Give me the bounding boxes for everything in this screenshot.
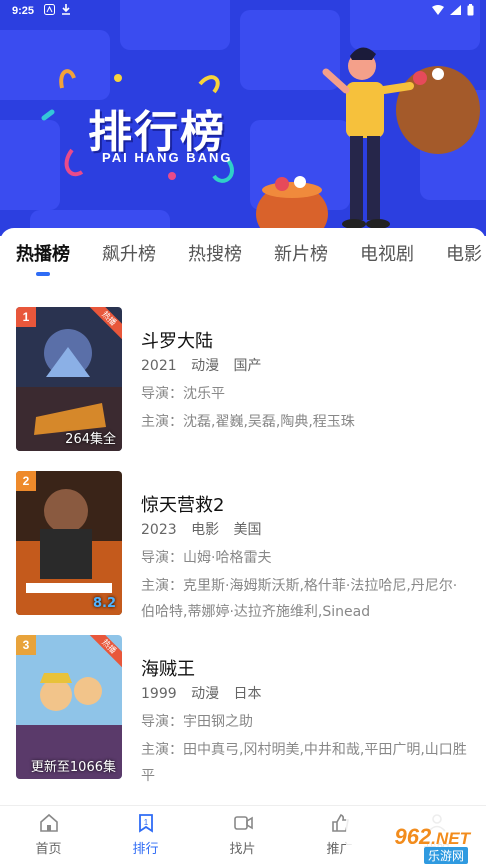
item-title[interactable]: 海贼王 <box>141 655 195 681</box>
tab-hot-play[interactable]: 热播榜 <box>16 240 70 276</box>
cast-label: 主演： <box>141 742 183 758</box>
item-region: 国产 <box>233 358 262 374</box>
cast-label: 主演： <box>141 578 183 594</box>
rating-score: 8.2 <box>92 596 116 611</box>
item-year: 2021 <box>141 358 177 374</box>
watermark-suffix: .NET <box>431 829 470 848</box>
item-cast: 主演：克里斯·海姆斯沃斯,格什菲·法拉哈尼,丹尼尔·伯哈特,蒂娜婷·达拉齐施维利… <box>141 573 471 625</box>
rank-badge: 1 <box>16 307 36 327</box>
cast-names: 田中真弓,冈村明美,中井和哉,平田广明,山口胜平 <box>141 742 467 784</box>
list-item[interactable]: 1 热播 264集全 斗罗大陆 2021 动漫 国产 导演：沈乐平 主演：沈磊,… <box>0 300 486 451</box>
tab-tv-series[interactable]: 电视剧 <box>360 240 414 272</box>
nav-ranking-label: 排行 <box>132 842 159 857</box>
banner: 9:25 排行榜 PAI HANG BANG <box>0 0 486 236</box>
nav-find-label: 找片 <box>229 842 256 857</box>
director-name: 沈乐平 <box>183 386 225 402</box>
battery-icon <box>467 3 474 19</box>
list-item[interactable]: 3 热播 更新至1066集 海贼王 1999 动漫 日本 导演：宇田钢之助 主演… <box>0 628 486 784</box>
nav-home[interactable]: 首页 <box>0 806 97 865</box>
item-genre: 电影 <box>191 522 220 538</box>
episode-count: 更新至1066集 <box>30 760 116 775</box>
banner-illustration <box>41 47 480 236</box>
status-bar: 9:25 <box>0 0 486 22</box>
home-icon <box>39 813 58 832</box>
video-search-icon <box>233 816 253 830</box>
banner-subtitle: PAI HANG BANG <box>102 150 233 165</box>
list-item[interactable]: 2 8.2 惊天营救2 2023 电影 美国 导演：山姆·哈格雷夫 主演：克里斯… <box>0 464 486 620</box>
poster-image[interactable]: 2 8.2 <box>16 471 122 615</box>
nav-home-label: 首页 <box>35 842 62 857</box>
svg-text:1: 1 <box>143 818 148 827</box>
director-label: 导演： <box>141 550 183 566</box>
ranking-icon: 1 <box>138 814 153 833</box>
tab-new-release[interactable]: 新片榜 <box>274 240 328 272</box>
item-genre: 动漫 <box>191 358 220 374</box>
tab-hot-search[interactable]: 热搜榜 <box>188 240 242 272</box>
app-notification-icon <box>44 4 56 18</box>
item-year: 1999 <box>141 686 177 702</box>
tab-movie[interactable]: 电影 <box>446 240 482 272</box>
item-year: 2023 <box>141 522 177 538</box>
cast-label: 主演： <box>141 414 183 430</box>
director-name: 宇田钢之助 <box>183 714 253 730</box>
item-title[interactable]: 惊天营救2 <box>141 491 224 517</box>
wifi-icon <box>432 4 444 18</box>
poster-image[interactable]: 1 热播 264集全 <box>16 307 122 451</box>
item-title[interactable]: 斗罗大陆 <box>141 327 213 353</box>
rank-badge: 3 <box>16 635 36 655</box>
nav-find[interactable]: 找片 <box>194 806 291 865</box>
director-label: 导演： <box>141 714 183 730</box>
rank-badge: 2 <box>16 471 36 491</box>
director-label: 导演： <box>141 386 183 402</box>
item-director: 导演：沈乐平 <box>141 383 225 403</box>
cast-names: 克里斯·海姆斯沃斯,格什菲·法拉哈尼,丹尼尔·伯哈特,蒂娜婷·达拉齐施维利,Si… <box>141 578 458 620</box>
watermark-subtitle: 乐游网 <box>423 847 468 864</box>
nav-ranking[interactable]: 1 排行 <box>97 806 194 865</box>
watermark-number: 962 <box>394 824 432 849</box>
episode-count: 264集全 <box>65 432 116 447</box>
cast-names: 沈磊,翟巍,吴磊,陶典,程玉珠 <box>183 414 355 430</box>
item-genre: 动漫 <box>191 686 220 702</box>
item-cast: 主演：沈磊,翟巍,吴磊,陶典,程玉珠 <box>141 409 471 435</box>
signal-icon <box>450 4 461 18</box>
item-cast: 主演：田中真弓,冈村明美,中井和哉,平田广明,山口胜平 <box>141 737 471 789</box>
ranking-tabs: 热播榜 飙升榜 热搜榜 新片榜 电视剧 电影 <box>0 228 486 284</box>
director-name: 山姆·哈格雷夫 <box>183 550 272 566</box>
poster-image[interactable]: 3 热播 更新至1066集 <box>16 635 122 779</box>
tab-rising[interactable]: 飙升榜 <box>102 240 156 272</box>
item-meta: 2023 电影 美国 <box>141 519 272 539</box>
item-region: 美国 <box>233 522 262 538</box>
poster-art <box>16 471 122 615</box>
item-region: 日本 <box>233 686 262 702</box>
item-meta: 1999 动漫 日本 <box>141 683 272 703</box>
item-meta: 2021 动漫 国产 <box>141 355 272 375</box>
download-icon <box>61 4 71 18</box>
status-time: 9:25 <box>12 5 35 17</box>
item-director: 导演：山姆·哈格雷夫 <box>141 547 271 567</box>
item-director: 导演：宇田钢之助 <box>141 711 253 731</box>
